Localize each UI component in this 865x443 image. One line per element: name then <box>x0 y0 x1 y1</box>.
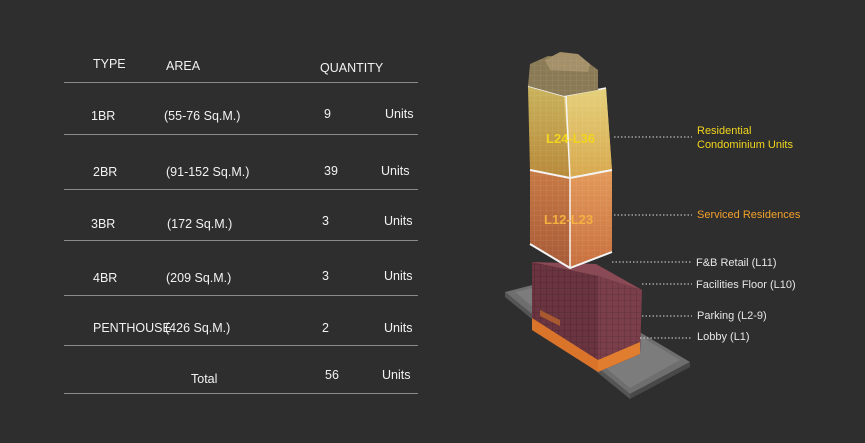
callout-lobby: Lobby (L1) <box>697 331 750 343</box>
tower-illustration <box>505 52 692 399</box>
callout-residential-line2: Condominium Units <box>697 139 793 151</box>
callout-facilities: Facilities Floor (L10) <box>696 279 796 291</box>
podium <box>532 262 642 372</box>
callout-parking: Parking (L2-9) <box>697 310 767 322</box>
callout-fb-retail: F&B Retail (L11) <box>696 257 777 269</box>
callout-serviced: Serviced Residences <box>697 209 801 221</box>
zone-label-upper: L24-L36 <box>546 131 596 146</box>
zone-label-middle: L12-L23 <box>544 212 594 227</box>
callout-residential-line1: Residential <box>697 125 752 137</box>
